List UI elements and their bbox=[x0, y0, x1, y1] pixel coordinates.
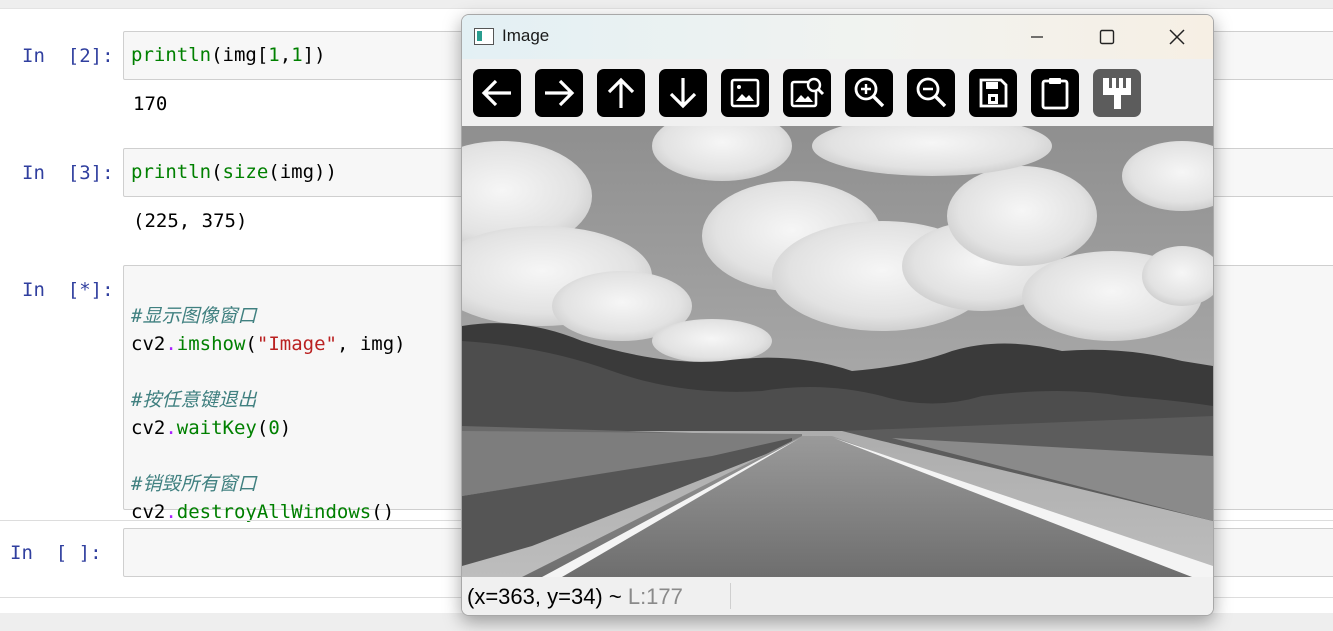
code-token: . bbox=[165, 417, 177, 439]
pixel-value: L:177 bbox=[627, 584, 683, 609]
arrow-left-icon bbox=[481, 79, 511, 107]
code-token: println bbox=[131, 44, 212, 66]
code-token: 0 bbox=[268, 417, 280, 439]
code-token: ]) bbox=[302, 44, 326, 66]
copy-clipboard-button[interactable] bbox=[1031, 69, 1079, 117]
code-token: ( bbox=[256, 417, 269, 439]
zoom-in-icon bbox=[854, 77, 885, 108]
image-icon bbox=[730, 78, 760, 108]
code-token: ) bbox=[279, 417, 292, 439]
window-title: Image bbox=[502, 26, 550, 45]
cell-prompt: In [3]: bbox=[22, 162, 114, 184]
pixel-coordinates: (x=363, y=34) ~ bbox=[467, 584, 628, 609]
status-bar: (x=363, y=34) ~ L:177 bbox=[462, 577, 1213, 615]
code-token: , bbox=[279, 44, 292, 66]
arrow-right-icon bbox=[545, 79, 575, 107]
pan-right-button[interactable] bbox=[535, 69, 583, 117]
code-token: (img[ bbox=[211, 44, 269, 66]
zoom-in-button[interactable] bbox=[845, 69, 893, 117]
code-token: imshow bbox=[176, 333, 246, 355]
image-toolbar bbox=[462, 59, 1213, 126]
image-canvas[interactable] bbox=[462, 126, 1213, 577]
clipboard-icon bbox=[1041, 78, 1069, 110]
code-token: cv2 bbox=[131, 417, 166, 439]
cell-output: (225, 375) bbox=[133, 210, 248, 232]
grayscale-road-photo bbox=[462, 126, 1213, 577]
code-comment: #按任意键退出 bbox=[131, 389, 257, 411]
minimize-icon bbox=[1031, 36, 1043, 38]
code-token: , img) bbox=[336, 333, 406, 355]
minimize-button[interactable] bbox=[1002, 15, 1072, 59]
zoom-out-icon bbox=[916, 77, 947, 108]
properties-button[interactable] bbox=[1093, 69, 1141, 117]
code-token: ( bbox=[211, 161, 223, 183]
close-button[interactable] bbox=[1142, 15, 1212, 59]
zoom-fit-button[interactable] bbox=[783, 69, 831, 117]
arrow-down-icon bbox=[669, 78, 697, 109]
maximize-button[interactable] bbox=[1072, 15, 1142, 59]
maximize-icon bbox=[1099, 29, 1115, 45]
paint-brush-icon bbox=[1103, 78, 1131, 109]
pan-left-button[interactable] bbox=[473, 69, 521, 117]
cell-prompt: In [2]: bbox=[22, 45, 114, 67]
code-token: ( bbox=[245, 333, 257, 355]
close-icon bbox=[1169, 29, 1185, 45]
code-token: 1 bbox=[268, 44, 280, 66]
arrow-up-icon bbox=[607, 77, 635, 108]
code-token: 1 bbox=[291, 44, 303, 66]
image-window[interactable]: Image (x=363, y=34) ~ L:177 bbox=[461, 14, 1214, 616]
zoom-original-button[interactable] bbox=[721, 69, 769, 117]
cell-prompt: In [*]: bbox=[22, 279, 114, 301]
pan-down-button[interactable] bbox=[659, 69, 707, 117]
image-search-icon bbox=[790, 77, 825, 108]
code-comment: #销毁所有窗口 bbox=[131, 473, 257, 495]
code-token: waitKey bbox=[176, 417, 257, 439]
cell-prompt: In [ ]: bbox=[10, 542, 102, 564]
zoom-out-button[interactable] bbox=[907, 69, 955, 117]
pan-up-button[interactable] bbox=[597, 69, 645, 117]
save-icon bbox=[979, 78, 1008, 108]
save-button[interactable] bbox=[969, 69, 1017, 117]
code-token: println bbox=[131, 161, 212, 183]
code-token: size bbox=[222, 161, 269, 183]
code-string: "Image" bbox=[256, 333, 337, 355]
code-token: (img)) bbox=[268, 161, 337, 183]
code-token: cv2 bbox=[131, 333, 166, 355]
app-icon bbox=[474, 28, 494, 45]
code-token: . bbox=[165, 333, 177, 355]
window-titlebar[interactable]: Image bbox=[462, 15, 1213, 59]
status-divider bbox=[730, 583, 731, 609]
cell-output: 170 bbox=[133, 93, 168, 115]
code-comment: #显示图像窗口 bbox=[131, 305, 257, 327]
